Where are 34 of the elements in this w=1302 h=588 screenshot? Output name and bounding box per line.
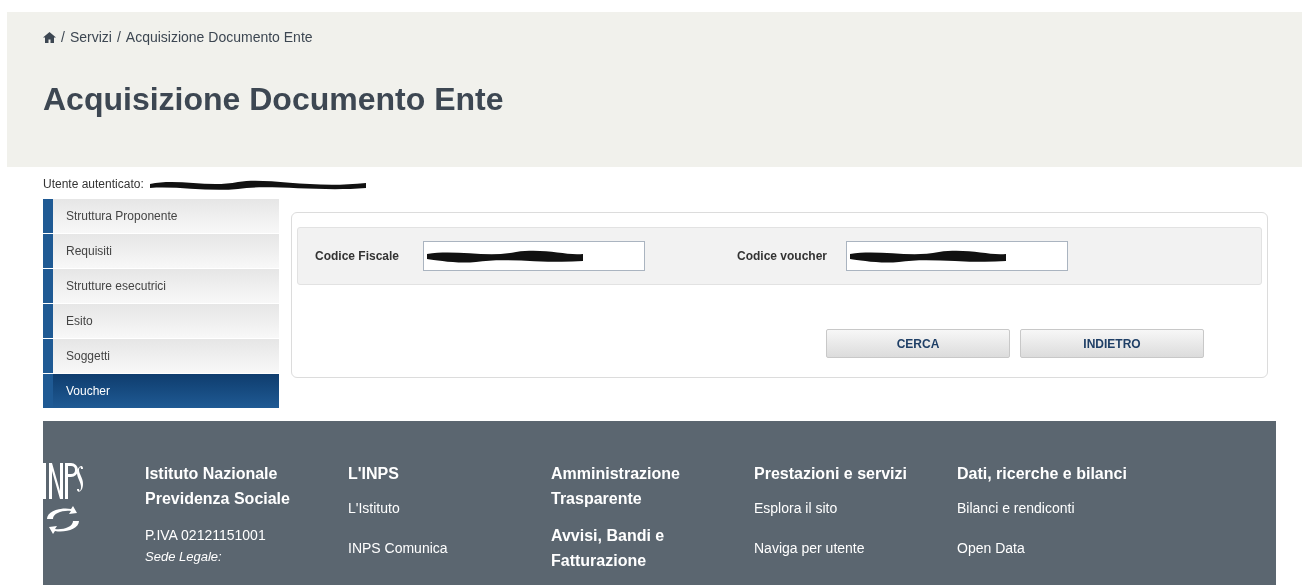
action-button[interactable]: INDIETRO [1020, 329, 1204, 358]
breadcrumb-separator: / [61, 28, 65, 47]
footer-link[interactable]: Esplora il sito [754, 498, 937, 518]
breadcrumb-link[interactable]: Servizi [69, 27, 112, 48]
footer-heading[interactable]: Istituto Nazionale Previdenza Sociale [145, 461, 328, 511]
footer-text: Sede Legale: [145, 549, 223, 565]
sidebar-item[interactable]: Struttura Proponente [43, 199, 279, 233]
page-title: Acquisizione Documento Ente [43, 80, 504, 119]
input-field[interactable] [846, 241, 1068, 271]
sidebar-item[interactable]: Strutture esecutrici [43, 269, 279, 303]
footer-link[interactable]: Naviga per utente [754, 538, 937, 558]
sidebar-item[interactable]: Esito [43, 304, 279, 338]
footer-heading[interactable]: Avvisi, Bandi e Fatturazione [551, 523, 734, 573]
field-label: Codice voucher [737, 248, 829, 265]
breadcrumb-separator: / [116, 28, 121, 47]
sidebar-item[interactable]: Voucher [43, 374, 279, 408]
breadcrumb-link[interactable]: Acquisizione Documento Ente [125, 27, 313, 48]
inps-logo-icon [43, 461, 83, 536]
field-label: Codice Fiscale [315, 248, 401, 265]
home-icon[interactable] [43, 32, 56, 43]
footer-heading[interactable]: Prestazioni e servizi [754, 461, 937, 486]
footer-link[interactable]: INPS Comunica [348, 538, 531, 558]
footer-heading[interactable]: Amministrazione Trasparente [551, 461, 734, 511]
input-field[interactable] [423, 241, 645, 271]
footer-heading[interactable]: L'INPS [348, 461, 531, 486]
footer-link[interactable]: L'Istituto [348, 498, 531, 518]
action-button[interactable]: CERCA [826, 329, 1010, 358]
footer-heading[interactable]: Dati, ricerche e bilanci [957, 461, 1140, 486]
user-label: Utente autenticato: [43, 176, 144, 193]
sidebar-item[interactable]: Requisiti [43, 234, 279, 268]
footer-link[interactable]: Open Data [957, 538, 1140, 558]
sidebar-item[interactable]: Soggetti [43, 339, 279, 373]
footer-link[interactable]: Bilanci e rendiconti [957, 498, 1140, 518]
footer-text: P.IVA 02121151001 [145, 526, 267, 545]
